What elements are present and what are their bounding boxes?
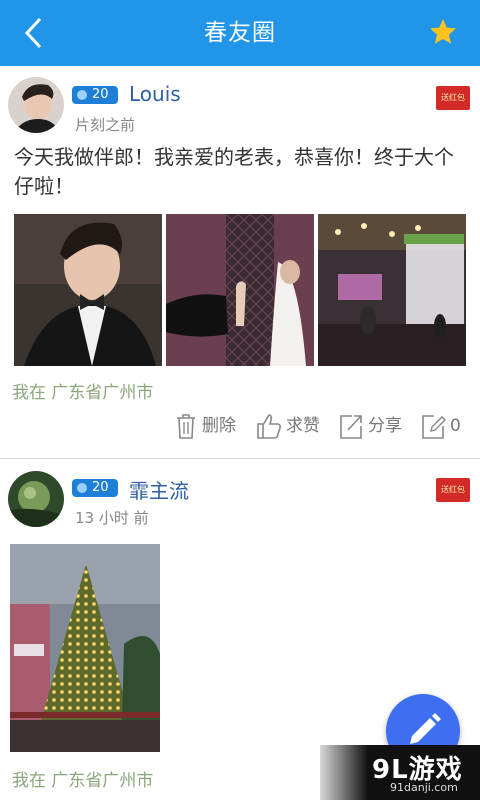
post-location: 我在 广东省广州市 [12, 771, 154, 791]
watermark: 9L游戏 91danji.com [320, 745, 480, 800]
page-title: 春友圈 [204, 20, 276, 46]
avatar[interactable] [8, 471, 64, 527]
level-icon [77, 90, 87, 100]
post-time: 片刻之前 [75, 116, 136, 134]
post-location: 我在 广东省广州市 [12, 383, 154, 403]
red-packet-button[interactable]: 送红包 [436, 86, 470, 110]
star-icon[interactable] [428, 17, 458, 47]
level-icon [77, 483, 87, 493]
post-text: 今天我做伴郎！我亲爱的老表，恭喜你！终于大个仔啦！ [14, 145, 454, 198]
post-time: 13 小时 前 [75, 509, 149, 527]
username[interactable]: Louis [129, 82, 181, 106]
delete-button[interactable]: 删除 [174, 410, 240, 442]
level-badge: 20 [72, 479, 118, 497]
edit-comment-icon [422, 415, 446, 439]
username[interactable]: 霏主流 [129, 475, 189, 504]
post-photo[interactable] [166, 214, 314, 366]
moment-post: 20 Louis 片刻之前 送红包 今天我做伴郎！我亲爱的老表，恭喜你！终于大个… [0, 66, 480, 458]
post-photo[interactable] [318, 214, 466, 366]
post-photo[interactable] [14, 214, 162, 366]
post-photo[interactable] [10, 544, 160, 752]
share-button[interactable]: 分享 [338, 410, 404, 442]
watermark-site: 91danji.com [390, 781, 458, 794]
avatar[interactable] [8, 77, 64, 133]
red-packet-button[interactable]: 送红包 [436, 478, 470, 502]
post-actions: 删除 求赞 分享 0 [170, 410, 480, 442]
trash-icon [177, 414, 195, 439]
top-bar: 春友圈 [0, 0, 480, 66]
like-button[interactable]: 求赞 [256, 410, 322, 442]
comment-button[interactable]: 0 [420, 410, 470, 442]
thumbs-up-icon [257, 414, 282, 439]
comment-count: 0 [450, 416, 461, 436]
divider [0, 458, 480, 459]
share-icon [340, 415, 362, 439]
level-badge: 20 [72, 86, 118, 104]
